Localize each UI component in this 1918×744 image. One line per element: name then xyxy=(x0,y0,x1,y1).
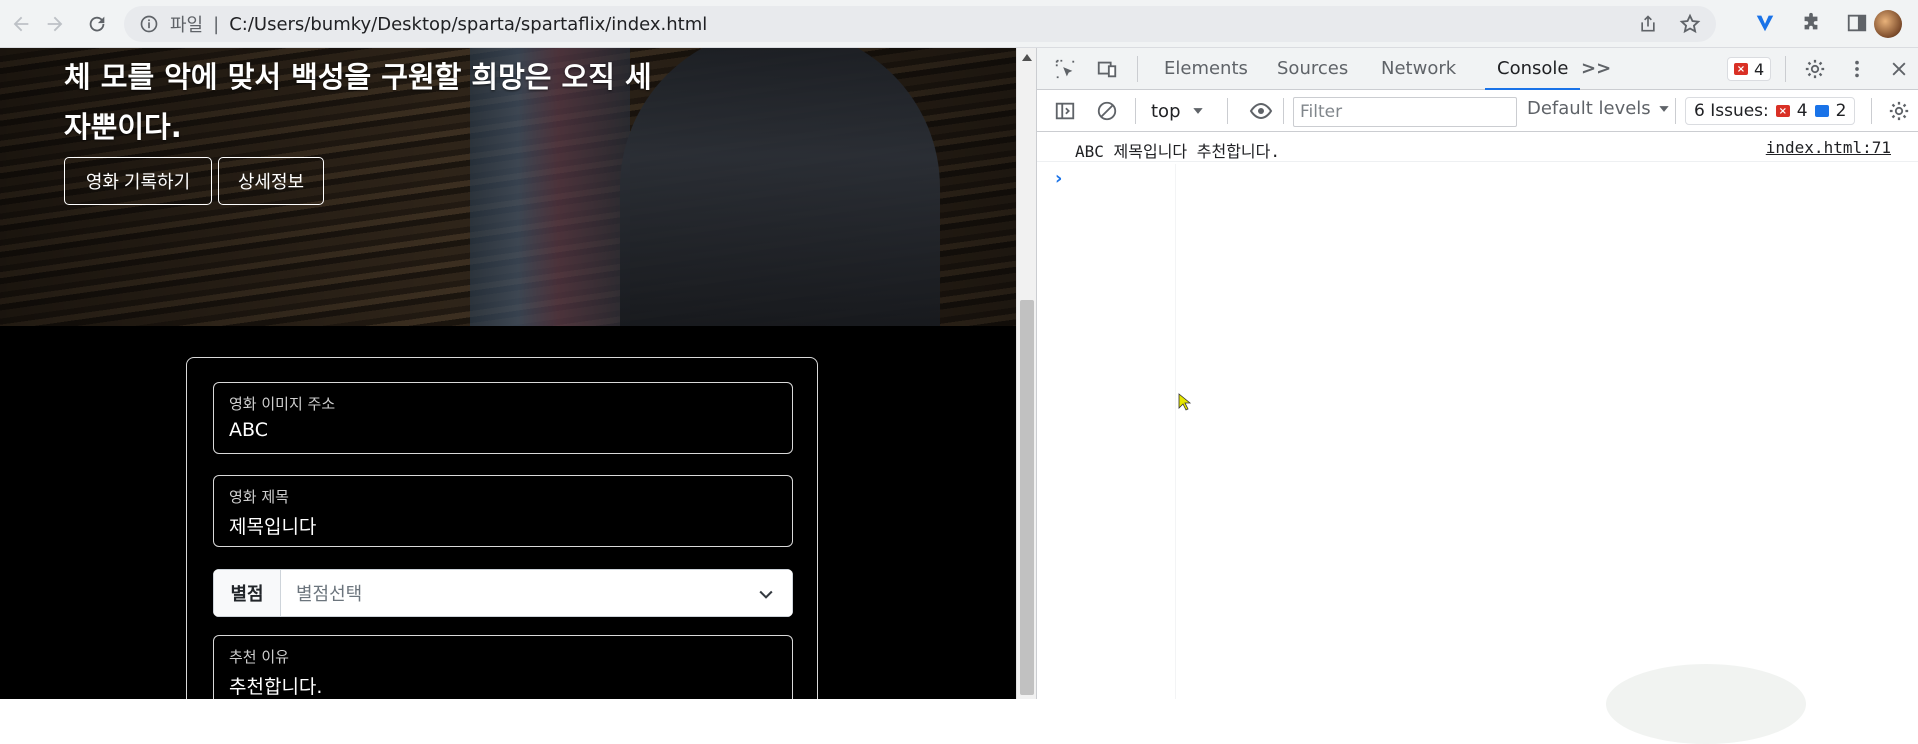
chevron-down-icon xyxy=(759,590,773,599)
console-filter-input[interactable]: Filter xyxy=(1293,97,1517,127)
image-url-field[interactable]: 영화 이미지 주소 ABC xyxy=(213,382,793,454)
rating-select-group: 별점 별점선택 xyxy=(213,569,793,617)
detail-button[interactable]: 상세정보 xyxy=(218,157,324,205)
console-log-source-link[interactable]: index.html:71 xyxy=(1766,138,1891,157)
page-scrollbar[interactable] xyxy=(1016,48,1036,699)
hero-banner: 체 모를 악에 맞서 백성을 구원할 희망은 오직 세자뿐이다. 영화 기록하기… xyxy=(0,48,1016,326)
rating-placeholder: 별점선택 xyxy=(296,584,363,605)
more-tabs-button[interactable]: >> xyxy=(1581,48,1611,90)
url-separator: | xyxy=(213,13,220,35)
forward-button[interactable] xyxy=(40,9,70,39)
browser-toolbar: 파일 | C:/Users/bumky/Desktop/sparta/spart… xyxy=(0,0,1918,48)
address-bar[interactable]: 파일 | C:/Users/bumky/Desktop/sparta/spart… xyxy=(124,6,1716,42)
share-icon[interactable] xyxy=(1636,12,1660,36)
avatar[interactable] xyxy=(1874,10,1902,38)
back-button[interactable] xyxy=(6,9,36,39)
sidebar-toggle-icon[interactable] xyxy=(1051,97,1079,125)
close-icon[interactable] xyxy=(1885,55,1913,83)
issues-button[interactable]: 6 Issues: × 4 2 xyxy=(1685,97,1856,125)
star-icon[interactable] xyxy=(1678,12,1702,36)
title-field[interactable]: 영화 제목 제목입니다 xyxy=(213,475,793,547)
reload-button[interactable] xyxy=(82,9,112,39)
issues-info-count: 2 xyxy=(1835,101,1847,121)
arrow-right-icon xyxy=(47,16,63,32)
reason-value[interactable]: 추천합니다. xyxy=(229,672,322,699)
title-value[interactable]: 제목입니다 xyxy=(229,512,316,539)
url-text[interactable]: C:/Users/bumky/Desktop/sparta/spartaflix… xyxy=(229,14,707,35)
movie-form-card: 영화 이미지 주소 ABC 영화 제목 제목입니다 별점 별점선택 추천 이유 … xyxy=(186,357,818,699)
context-value: top xyxy=(1151,100,1181,122)
tab-network[interactable]: Network xyxy=(1381,48,1456,90)
scrollbar-thumb[interactable] xyxy=(1020,300,1034,695)
log-levels-dropdown[interactable]: Default levels xyxy=(1527,98,1671,119)
image-url-value[interactable]: ABC xyxy=(229,419,268,441)
error-count: 4 xyxy=(1754,59,1765,79)
puzzle-icon[interactable] xyxy=(1798,10,1824,36)
image-url-label: 영화 이미지 주소 xyxy=(229,395,336,413)
hero-description: 체 모를 악에 맞서 백성을 구원할 희망은 오직 세자뿐이다. xyxy=(64,60,652,144)
side-panel-icon[interactable] xyxy=(1844,10,1870,36)
console-toolbar: top Filter Default levels 6 Issues: × 4 … xyxy=(1037,90,1918,132)
extension-v-icon[interactable] xyxy=(1752,10,1778,36)
mouse-cursor-icon xyxy=(1178,393,1192,411)
console-log-row: ABC 제목입니다 추천합니다. index.html:71 xyxy=(1037,132,1918,162)
tab-sources[interactable]: Sources xyxy=(1277,48,1348,90)
devtools-panel: Elements Sources Network Console >> × 4 … xyxy=(1036,48,1918,699)
eye-icon[interactable] xyxy=(1247,97,1275,125)
console-log-message: ABC 제목입니다 추천합니다. xyxy=(1075,142,1280,161)
caret-down-icon xyxy=(1659,105,1669,112)
arrow-left-icon xyxy=(13,16,29,32)
rating-select[interactable]: 별점선택 xyxy=(281,569,793,617)
rating-label: 별점 xyxy=(213,569,281,617)
console-settings-gear-icon[interactable] xyxy=(1885,97,1913,125)
web-page: 체 모를 악에 맞서 백성을 구원할 희망은 오직 세자뿐이다. 영화 기록하기… xyxy=(0,48,1016,699)
issues-label: 6 Issues: xyxy=(1694,101,1769,121)
devtools-tab-bar: Elements Sources Network Console >> × 4 xyxy=(1037,48,1918,90)
device-toolbar-icon[interactable] xyxy=(1093,55,1121,83)
reason-field[interactable]: 추천 이유 추천합니다. xyxy=(213,635,793,699)
reason-label: 추천 이유 xyxy=(229,648,289,666)
issue-error-icon: × xyxy=(1775,105,1790,117)
title-label: 영화 제목 xyxy=(229,488,289,506)
hero-figure-decoration xyxy=(620,48,940,326)
console-prompt[interactable]: › xyxy=(1055,168,1062,189)
reload-icon xyxy=(89,16,105,32)
background-decoration xyxy=(1606,664,1806,744)
url-scheme: 파일 xyxy=(170,15,204,36)
scroll-up-arrow-icon[interactable] xyxy=(1022,54,1032,61)
error-count-badge[interactable]: × 4 xyxy=(1727,57,1772,81)
record-movie-button[interactable]: 영화 기록하기 xyxy=(64,157,212,205)
caret-down-icon xyxy=(1192,108,1203,114)
clear-console-icon[interactable] xyxy=(1093,97,1121,125)
context-selector[interactable]: top xyxy=(1151,98,1205,124)
kebab-menu-icon[interactable] xyxy=(1843,55,1871,83)
info-icon[interactable] xyxy=(138,13,160,35)
settings-gear-icon[interactable] xyxy=(1801,55,1829,83)
inspect-element-icon[interactable] xyxy=(1051,55,1079,83)
issue-info-icon xyxy=(1814,105,1829,117)
issues-error-count: 4 xyxy=(1796,101,1808,121)
log-levels-label: Default levels xyxy=(1527,98,1651,119)
error-icon: × xyxy=(1734,63,1748,75)
tab-elements[interactable]: Elements xyxy=(1164,48,1248,90)
tab-console[interactable]: Console xyxy=(1485,48,1581,90)
